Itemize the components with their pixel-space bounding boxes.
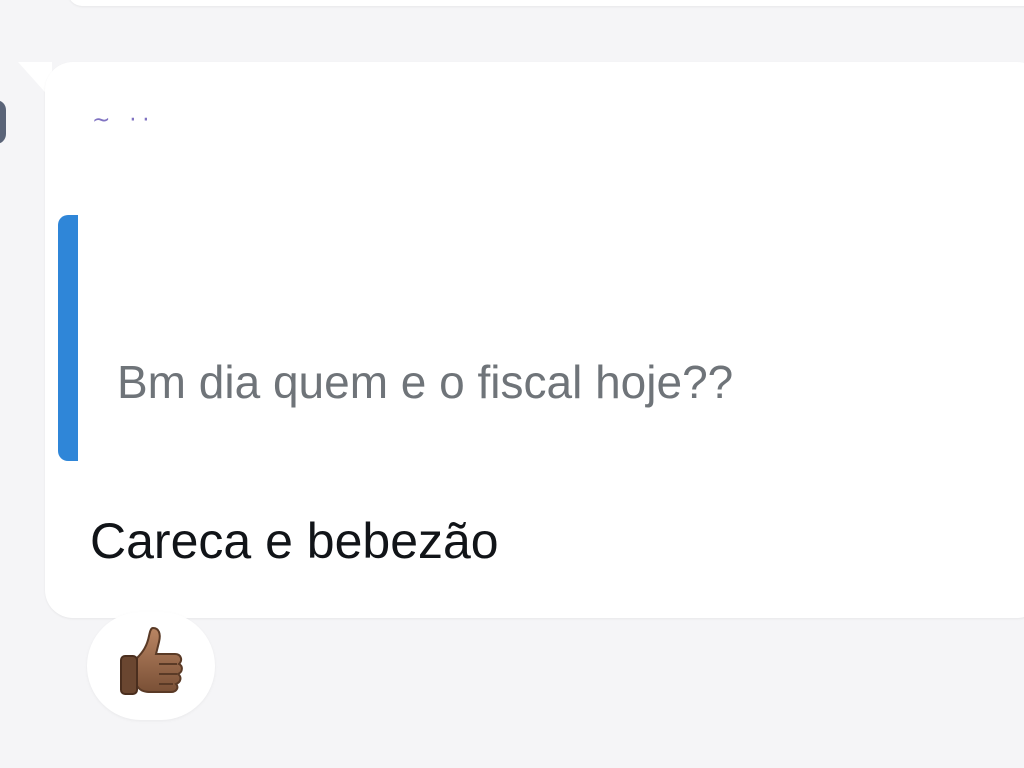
quoted-message-bar[interactable] — [58, 215, 78, 461]
reaction-badge[interactable] — [87, 612, 215, 720]
sender-name[interactable]: ~ ·· — [92, 108, 155, 133]
message-text: Careca e bebezão — [90, 513, 499, 569]
previous-message-bubble[interactable] — [68, 0, 1024, 6]
sender-avatar[interactable] — [0, 100, 6, 144]
thumbs-up-icon — [120, 626, 183, 695]
quoted-message-text[interactable]: Bm dia quem e o fiscal hoje?? — [117, 355, 733, 409]
